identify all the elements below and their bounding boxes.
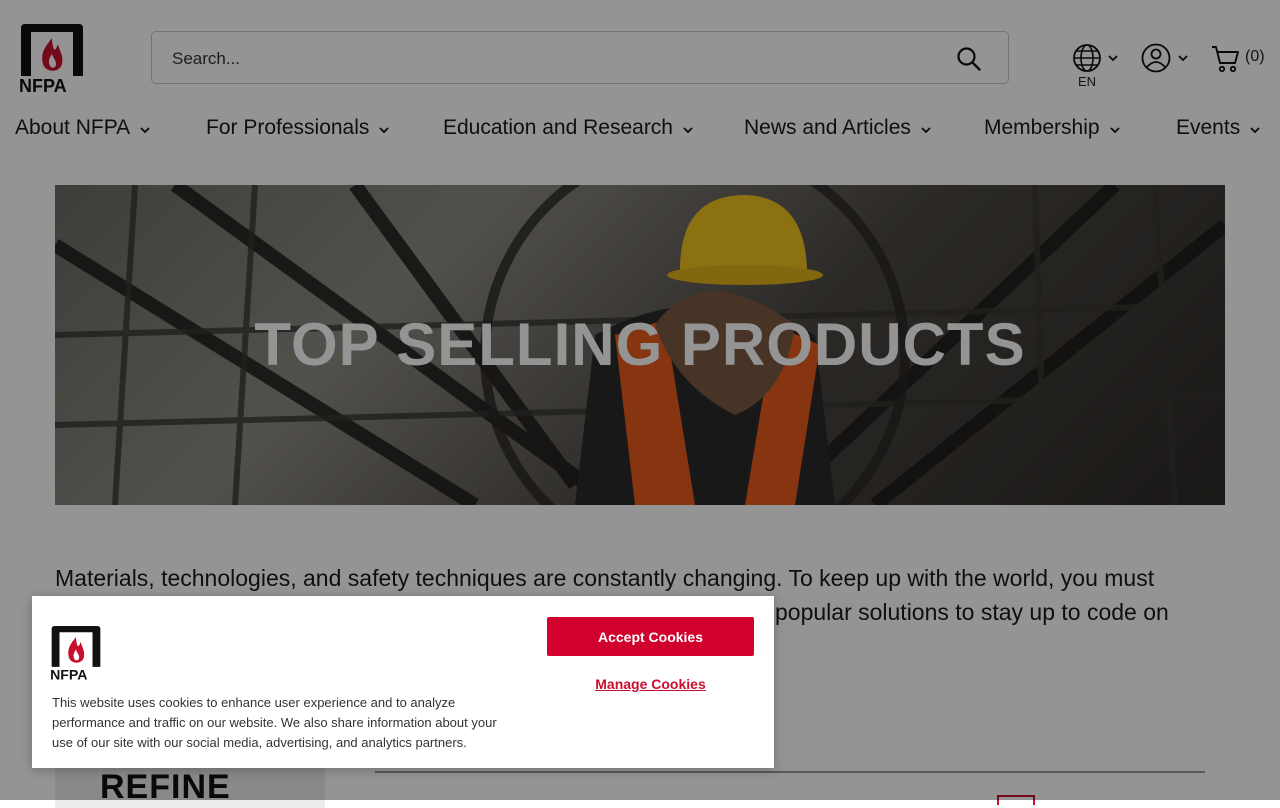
manage-cookies-link[interactable]: Manage Cookies [547, 676, 754, 692]
cookie-message: This website uses cookies to enhance use… [52, 695, 497, 750]
accept-cookies-button[interactable]: Accept Cookies [547, 617, 754, 656]
cookie-banner: NFPA This website uses cookies to enhanc… [32, 596, 774, 768]
svg-text:NFPA: NFPA [50, 666, 87, 681]
nfpa-logo: NFPA [48, 626, 104, 682]
